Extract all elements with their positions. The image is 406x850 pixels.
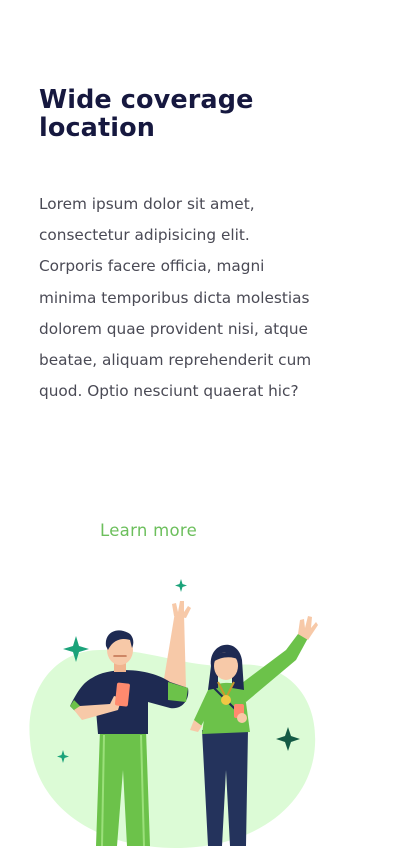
section-description: Lorem ipsum dolor sit amet, consectetur … xyxy=(39,195,312,401)
man-raised-arm xyxy=(163,612,186,688)
sparkle-icon xyxy=(175,579,187,592)
medal-icon xyxy=(221,695,231,705)
learn-more-link[interactable]: Learn more xyxy=(100,519,197,543)
people-celebrating-illustration xyxy=(29,579,318,848)
phone-icon xyxy=(114,682,130,707)
section-title: Wide coverage location xyxy=(39,85,254,143)
